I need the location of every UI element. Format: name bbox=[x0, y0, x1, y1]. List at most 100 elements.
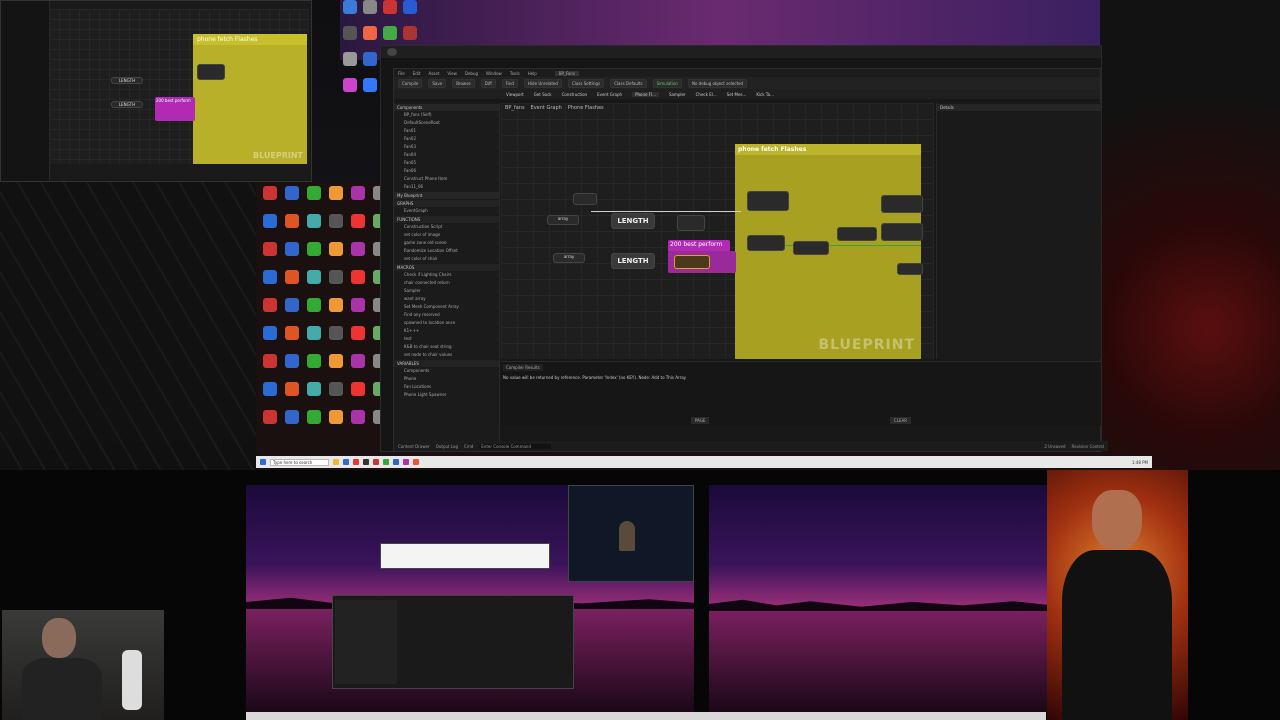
save-button[interactable]: Save bbox=[428, 78, 447, 88]
desktop-shortcut[interactable] bbox=[326, 354, 346, 380]
desktop-shortcut[interactable] bbox=[260, 354, 280, 380]
browse-button[interactable]: Browse bbox=[452, 78, 475, 88]
macros-item[interactable]: Sampler bbox=[394, 287, 499, 295]
components-item[interactable]: Fan05 bbox=[394, 159, 499, 167]
menu-asset[interactable]: Asset bbox=[428, 71, 439, 76]
macros-item[interactable]: set node to chair values bbox=[394, 351, 499, 359]
clear-button[interactable]: CLEAR bbox=[889, 417, 911, 424]
chrome-icon[interactable] bbox=[353, 459, 360, 465]
graphs-item[interactable]: EventGraph bbox=[394, 207, 499, 215]
diff-button[interactable]: Diff bbox=[480, 78, 496, 88]
functions-item[interactable]: set color of image bbox=[394, 231, 499, 239]
desktop-shortcut[interactable] bbox=[326, 410, 346, 436]
find-button[interactable]: Find bbox=[501, 78, 518, 88]
revision-control-button[interactable]: Revision Control bbox=[1072, 444, 1104, 449]
small-length-node-2[interactable]: LENGTH bbox=[111, 101, 143, 108]
play-button[interactable]: Simulation bbox=[652, 78, 682, 88]
app-icon[interactable] bbox=[413, 459, 420, 465]
app-icon[interactable] bbox=[383, 26, 397, 40]
desktop-shortcut[interactable] bbox=[348, 214, 368, 240]
macros-item[interactable]: Check if Lighting Chairs bbox=[394, 271, 499, 279]
desktop-shortcut[interactable] bbox=[282, 410, 302, 436]
explorer-icon[interactable] bbox=[333, 459, 340, 465]
tab-construction[interactable]: Construction bbox=[562, 92, 587, 97]
video-window[interactable] bbox=[568, 485, 694, 582]
desktop-shortcut[interactable] bbox=[304, 298, 324, 324]
app-icon[interactable] bbox=[393, 459, 400, 465]
app-icon[interactable] bbox=[363, 78, 377, 92]
desktop-shortcut[interactable] bbox=[260, 326, 280, 352]
desktop-shortcut[interactable] bbox=[348, 326, 368, 352]
length-node-2[interactable]: LENGTH bbox=[611, 253, 655, 269]
desktop-shortcut[interactable] bbox=[326, 298, 346, 324]
small-editor-window[interactable]: phone fetch Flashes BLUEPRINT LENGTH LEN… bbox=[0, 0, 312, 182]
macros-item[interactable]: test bbox=[394, 335, 499, 343]
app-icon[interactable] bbox=[383, 0, 397, 14]
desktop-shortcut[interactable] bbox=[304, 354, 324, 380]
class-settings-button[interactable]: Class Settings bbox=[567, 78, 605, 88]
explorer-window[interactable] bbox=[380, 543, 550, 569]
set-node[interactable] bbox=[837, 227, 877, 241]
compile-button[interactable]: Compile bbox=[398, 78, 423, 88]
desktop-shortcut[interactable] bbox=[348, 298, 368, 324]
tab-event-graph[interactable]: Event Graph bbox=[597, 92, 622, 97]
tab-viewport[interactable]: Viewport bbox=[506, 92, 524, 97]
desktop-shortcut[interactable] bbox=[304, 410, 324, 436]
desktop-shortcut[interactable] bbox=[326, 382, 346, 408]
small-length-node-1[interactable]: LENGTH bbox=[111, 77, 143, 84]
console-input[interactable]: Enter Console Command bbox=[479, 443, 551, 449]
hide-unrelated-button[interactable]: Hide Unrelated bbox=[523, 78, 562, 88]
components-item[interactable]: Fan06 bbox=[394, 167, 499, 175]
app-icon[interactable] bbox=[363, 52, 377, 66]
unreal-editor-outer-window[interactable]: File Edit Asset View Debug Window Tools … bbox=[380, 45, 1108, 452]
breadcrumb-item[interactable]: BP_fans bbox=[505, 105, 525, 111]
menu-file[interactable]: File bbox=[398, 71, 405, 76]
unsaved-indicator[interactable]: 2 Unsaved bbox=[1044, 444, 1065, 449]
macros-item[interactable]: Find any reserved bbox=[394, 311, 499, 319]
compare-node[interactable] bbox=[677, 215, 705, 231]
desktop-shortcut[interactable] bbox=[304, 326, 324, 352]
desktop-shortcut[interactable] bbox=[348, 242, 368, 268]
app-icon[interactable] bbox=[403, 26, 417, 40]
desktop-shortcut[interactable] bbox=[326, 214, 346, 240]
app-icon[interactable] bbox=[403, 459, 410, 465]
desktop-shortcut[interactable] bbox=[282, 214, 302, 240]
spawned-array-node[interactable]: array bbox=[547, 215, 579, 225]
unreal-icon[interactable] bbox=[363, 459, 370, 465]
tab-sampler[interactable]: Sampler bbox=[669, 92, 686, 97]
menu-window[interactable]: Window bbox=[486, 71, 502, 76]
app-icon[interactable] bbox=[343, 52, 357, 66]
tab-set-mes[interactable]: Set Mes... bbox=[727, 92, 747, 97]
app-icon[interactable] bbox=[363, 0, 377, 14]
menu-tools[interactable]: Tools bbox=[510, 71, 520, 76]
desktop-shortcut[interactable] bbox=[326, 242, 346, 268]
app-icon[interactable] bbox=[403, 0, 417, 14]
components-item[interactable]: Fan01 bbox=[394, 127, 499, 135]
phone-index-node[interactable] bbox=[747, 235, 785, 251]
menu-view[interactable]: View bbox=[447, 71, 457, 76]
desktop-shortcut[interactable] bbox=[260, 186, 280, 212]
taskbar-search[interactable]: Type here to search bbox=[270, 458, 330, 466]
event-graph-canvas[interactable]: BP_fans Event Graph Phone Flashes phone … bbox=[501, 103, 934, 359]
class-defaults-button[interactable]: Class Defaults bbox=[610, 78, 647, 88]
variables-item[interactable]: Components bbox=[394, 367, 499, 375]
desktop-shortcut[interactable] bbox=[304, 186, 324, 212]
desktop-shortcut[interactable] bbox=[260, 270, 280, 296]
desktop-shortcut[interactable] bbox=[282, 326, 302, 352]
desktop-shortcut[interactable] bbox=[282, 354, 302, 380]
desktop-shortcut[interactable] bbox=[282, 242, 302, 268]
macros-item[interactable]: chair connected return bbox=[394, 279, 499, 287]
components-item[interactable]: Fan03 bbox=[394, 143, 499, 151]
magenta-comment-body[interactable] bbox=[668, 251, 736, 273]
variables-item[interactable]: Phone Light Spawner bbox=[394, 391, 499, 399]
desktop-shortcut[interactable] bbox=[260, 214, 280, 240]
app-icon[interactable] bbox=[373, 459, 380, 465]
components-item[interactable]: Fan11_06 bbox=[394, 183, 499, 191]
cmd-button[interactable]: Cmd bbox=[464, 444, 473, 449]
blueprint-editor-window[interactable]: File Edit Asset View Debug Window Tools … bbox=[393, 68, 1108, 452]
desktop-shortcut[interactable] bbox=[348, 354, 368, 380]
desktop-shortcut[interactable] bbox=[282, 270, 302, 296]
spawned-array-node-2[interactable]: array bbox=[553, 253, 585, 263]
app-icon[interactable] bbox=[383, 459, 390, 465]
breadcrumb-item[interactable]: Phone Flashes bbox=[568, 105, 604, 111]
